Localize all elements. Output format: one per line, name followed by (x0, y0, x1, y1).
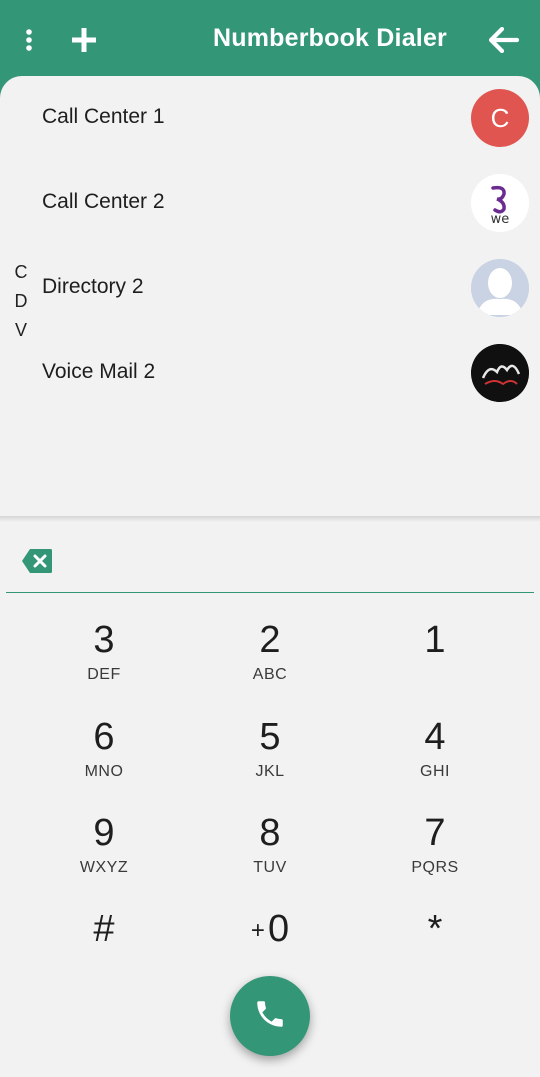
key-7[interactable]: 7 PQRS (365, 811, 505, 901)
key-letters: TUV (253, 859, 287, 876)
we-logo-avatar: we (471, 174, 529, 232)
more-vertical-icon[interactable] (14, 22, 44, 58)
svg-text:we: we (491, 212, 510, 227)
key-3[interactable]: 3 DEF (34, 618, 174, 708)
plus-icon[interactable] (66, 22, 102, 58)
index-letter[interactable]: C (14, 262, 28, 291)
avatar-letter: C (490, 102, 510, 133)
contact-item[interactable]: Call Center 2 we (0, 161, 540, 245)
key-2[interactable]: 2 ABC (200, 618, 340, 708)
index-letter[interactable]: D (14, 291, 28, 320)
contact-item[interactable]: Call Center 1 C (0, 76, 540, 160)
key-letters: GHI (420, 763, 450, 780)
key-zero: 0 (267, 908, 290, 950)
key-letters: DEF (87, 666, 121, 683)
key-digit: 5 (259, 716, 281, 758)
app-title: Numberbook Dialer (212, 24, 447, 52)
key-letters: MNO (84, 763, 124, 780)
contact-name: Call Center 1 (42, 105, 165, 128)
key-star[interactable]: * (365, 907, 505, 997)
key-digit: 8 (259, 812, 281, 854)
key-digit: # (93, 908, 115, 950)
key-6[interactable]: 6 MNO (34, 715, 174, 805)
contact-name: Voice Mail 2 (42, 360, 156, 383)
contact-list: Call Center 1 C Call Center 2 we Directo… (0, 76, 540, 518)
key-digit: 6 (93, 716, 115, 758)
key-digit: 7 (424, 812, 446, 854)
key-digit: 2 (259, 619, 281, 661)
dialer-top-shadow (0, 516, 540, 522)
key-digit: 4 (424, 716, 446, 758)
default-person-avatar (471, 259, 529, 317)
key-digit: 3 (93, 619, 115, 661)
phone-icon (253, 997, 287, 1036)
index-letter[interactable]: V (14, 320, 28, 349)
key-plus-prefix: + (250, 916, 265, 944)
key-digit: +0 (200, 907, 340, 953)
key-digit: * (427, 908, 443, 950)
arrow-back-icon[interactable] (484, 22, 524, 58)
contact-name: Call Center 2 (42, 190, 165, 213)
alphabet-index[interactable]: C D V (14, 262, 28, 349)
contact-name: Directory 2 (42, 275, 144, 298)
contact-item[interactable]: Directory 2 (0, 246, 540, 330)
backspace-icon[interactable] (21, 548, 53, 574)
key-letters: PQRS (411, 859, 459, 876)
key-letters: ABC (252, 666, 288, 683)
key-digit: 1 (424, 619, 446, 661)
key-4[interactable]: 4 GHI (365, 715, 505, 805)
key-letters: WXYZ (79, 859, 129, 876)
avatar: C (471, 89, 529, 147)
key-9[interactable]: 9 WXYZ (34, 811, 174, 901)
number-input-underline[interactable] (6, 592, 534, 593)
key-hash[interactable]: # (34, 907, 174, 997)
key-5[interactable]: 5 JKL (200, 715, 340, 805)
key-letters: JKL (255, 763, 285, 780)
contact-item[interactable]: Voice Mail 2 (0, 331, 540, 415)
key-1[interactable]: 1 (365, 618, 505, 708)
call-button[interactable] (230, 976, 310, 1056)
photo-avatar (471, 344, 529, 402)
key-8[interactable]: 8 TUV (200, 811, 340, 901)
key-digit: 9 (93, 812, 115, 854)
